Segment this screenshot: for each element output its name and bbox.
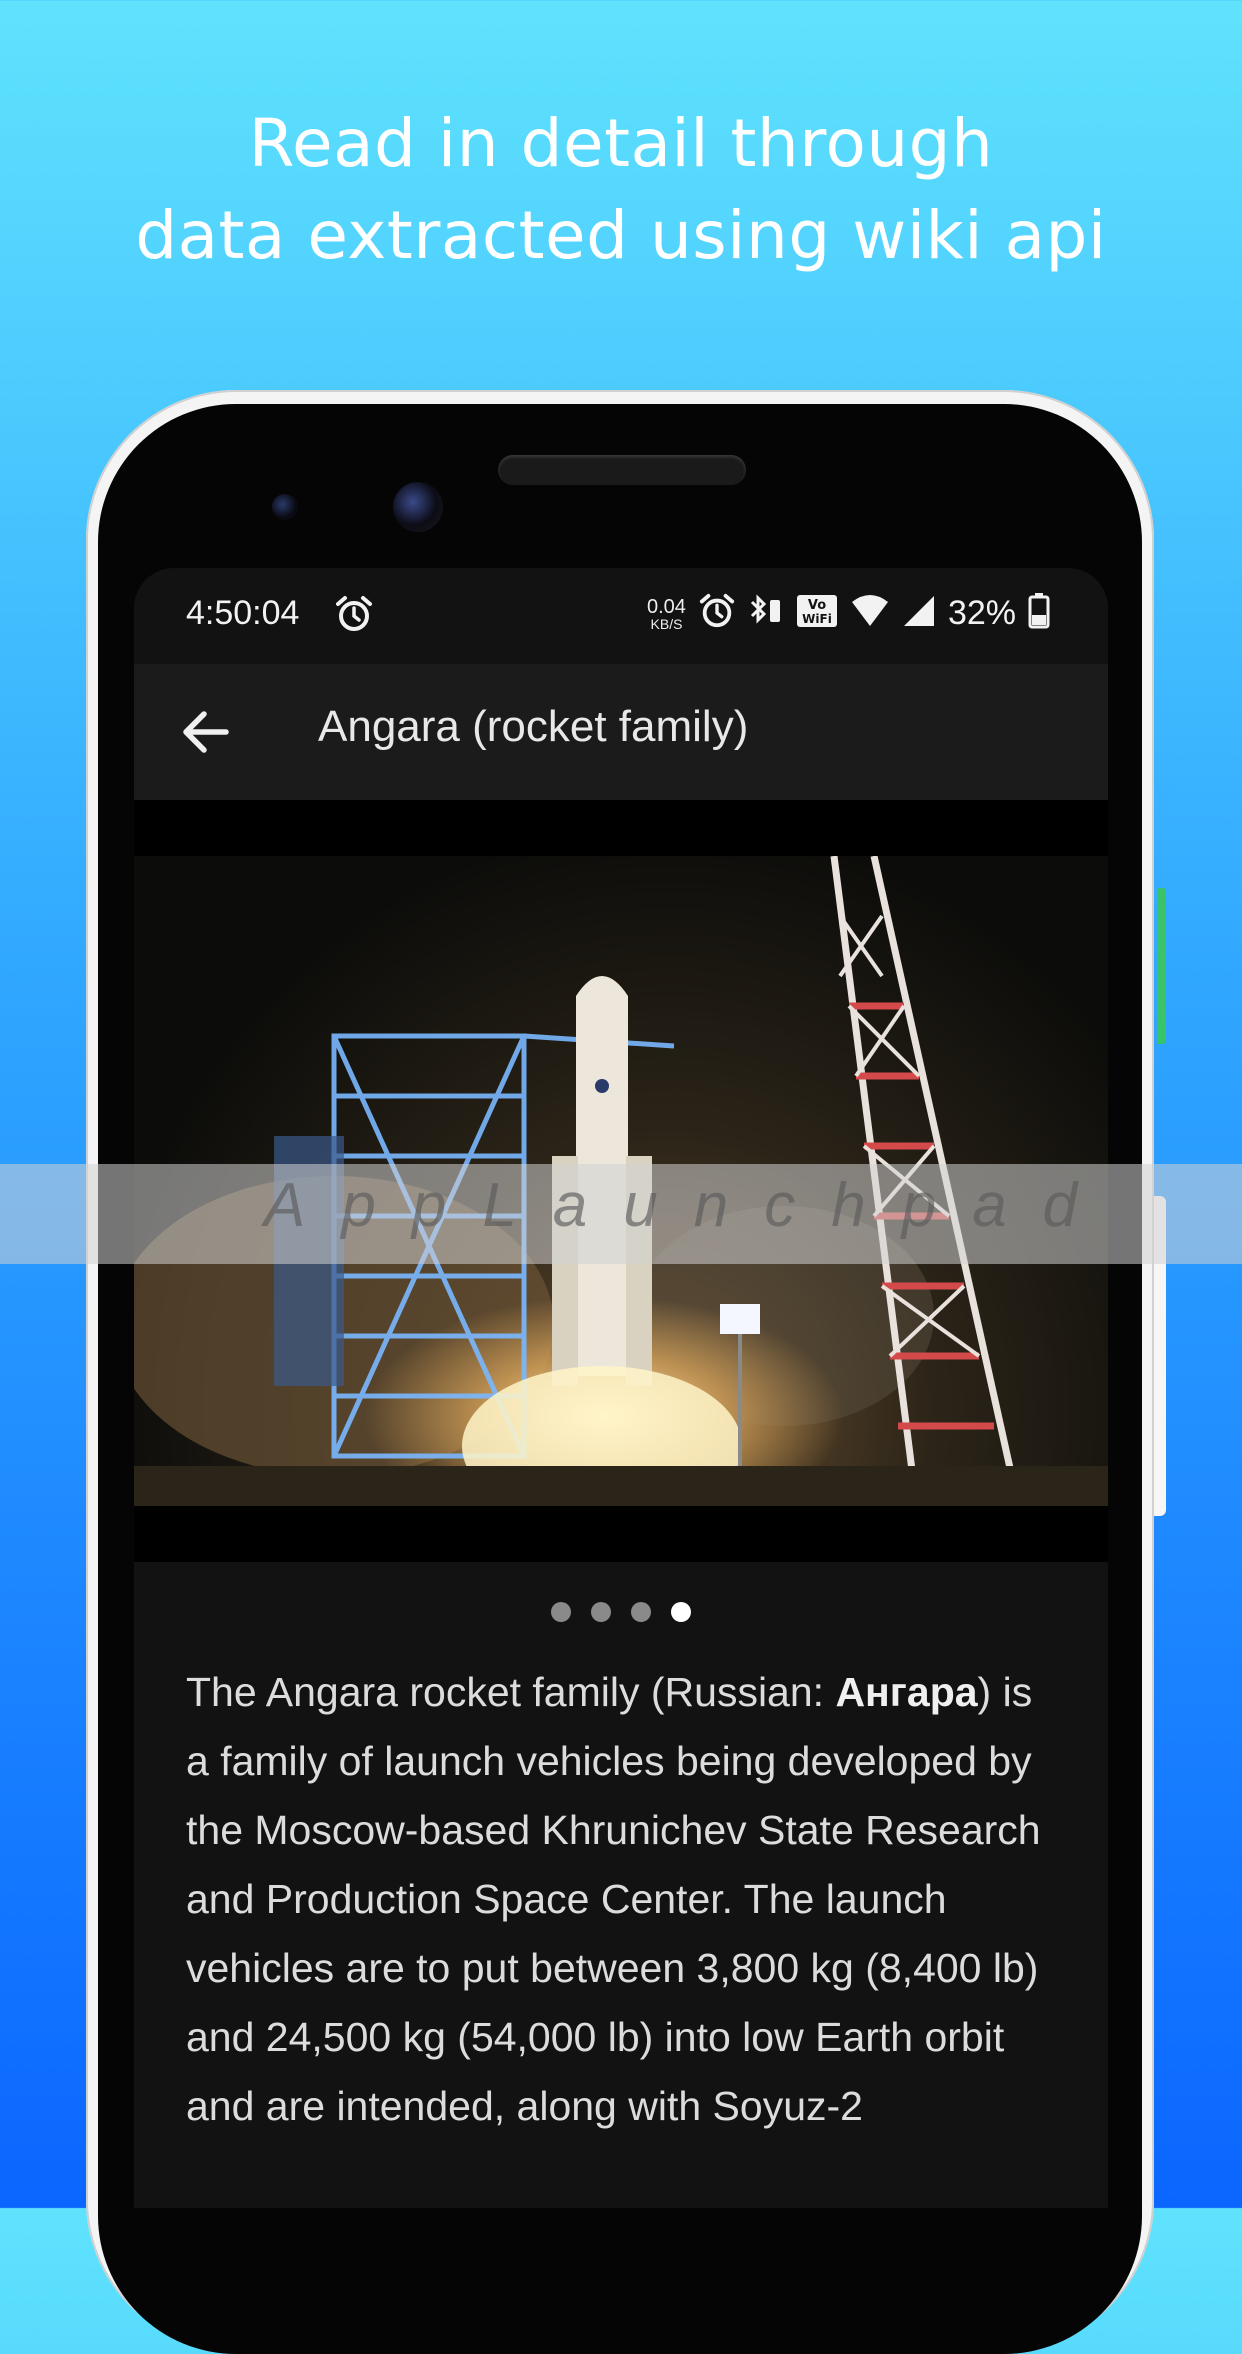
app-bar: Angara (rocket family) [134, 664, 1108, 800]
promo-headline: Read in detail through data extracted us… [0, 98, 1242, 282]
status-icons: 0.04 KB/S Vo WiFi 32% [647, 592, 1050, 635]
phone-speaker [498, 455, 746, 485]
article-text: The Angara rocket family (Russian: Ангар… [186, 1658, 1066, 2141]
pager-dot-active[interactable] [671, 1602, 691, 1622]
pager-dot[interactable] [591, 1602, 611, 1622]
watermark-text: AppLaunchpad [264, 1171, 1114, 1240]
svg-text:WiFi: WiFi [802, 612, 832, 626]
battery-icon [1028, 593, 1050, 634]
net-speed-value: 0.04 [647, 595, 686, 618]
alarm-icon [698, 592, 736, 635]
article-intro: The Angara rocket family (Russian: [186, 1669, 836, 1715]
arrow-back-icon[interactable] [174, 700, 238, 764]
battery-percent: 32% [947, 594, 1016, 632]
pager-dot[interactable] [551, 1602, 571, 1622]
cell-signal-icon [902, 594, 936, 633]
page-title: Angara (rocket family) [318, 702, 749, 751]
promo-line-2: data extracted using wiki api [135, 197, 1107, 274]
front-camera [393, 482, 443, 532]
status-bar: 4:50:04 0.04 KB/S Vo WiFi 32% [134, 568, 1108, 664]
svg-text:Vo: Vo [808, 598, 826, 613]
bluetooth-battery-icon [748, 592, 784, 635]
article-body: ) is a family of launch vehicles being d… [186, 1669, 1041, 2129]
phone-screen: 4:50:04 0.04 KB/S Vo WiFi 32% Angara (ro… [134, 568, 1108, 2208]
vowifi-icon: Vo WiFi [796, 592, 838, 635]
net-speed-unit: KB/S [650, 615, 683, 632]
net-speed: 0.04 KB/S [647, 597, 686, 631]
phone-side-button [1157, 888, 1166, 1044]
alarm-icon [334, 594, 374, 639]
promo-line-1: Read in detail through [248, 105, 994, 182]
pager-dot[interactable] [631, 1602, 651, 1622]
front-sensor [272, 494, 298, 520]
article-cyrillic-name: Ангара [835, 1669, 978, 1715]
gallery-pager [134, 1602, 1108, 1622]
status-time: 4:50:04 [186, 594, 300, 632]
wifi-icon [850, 594, 890, 633]
